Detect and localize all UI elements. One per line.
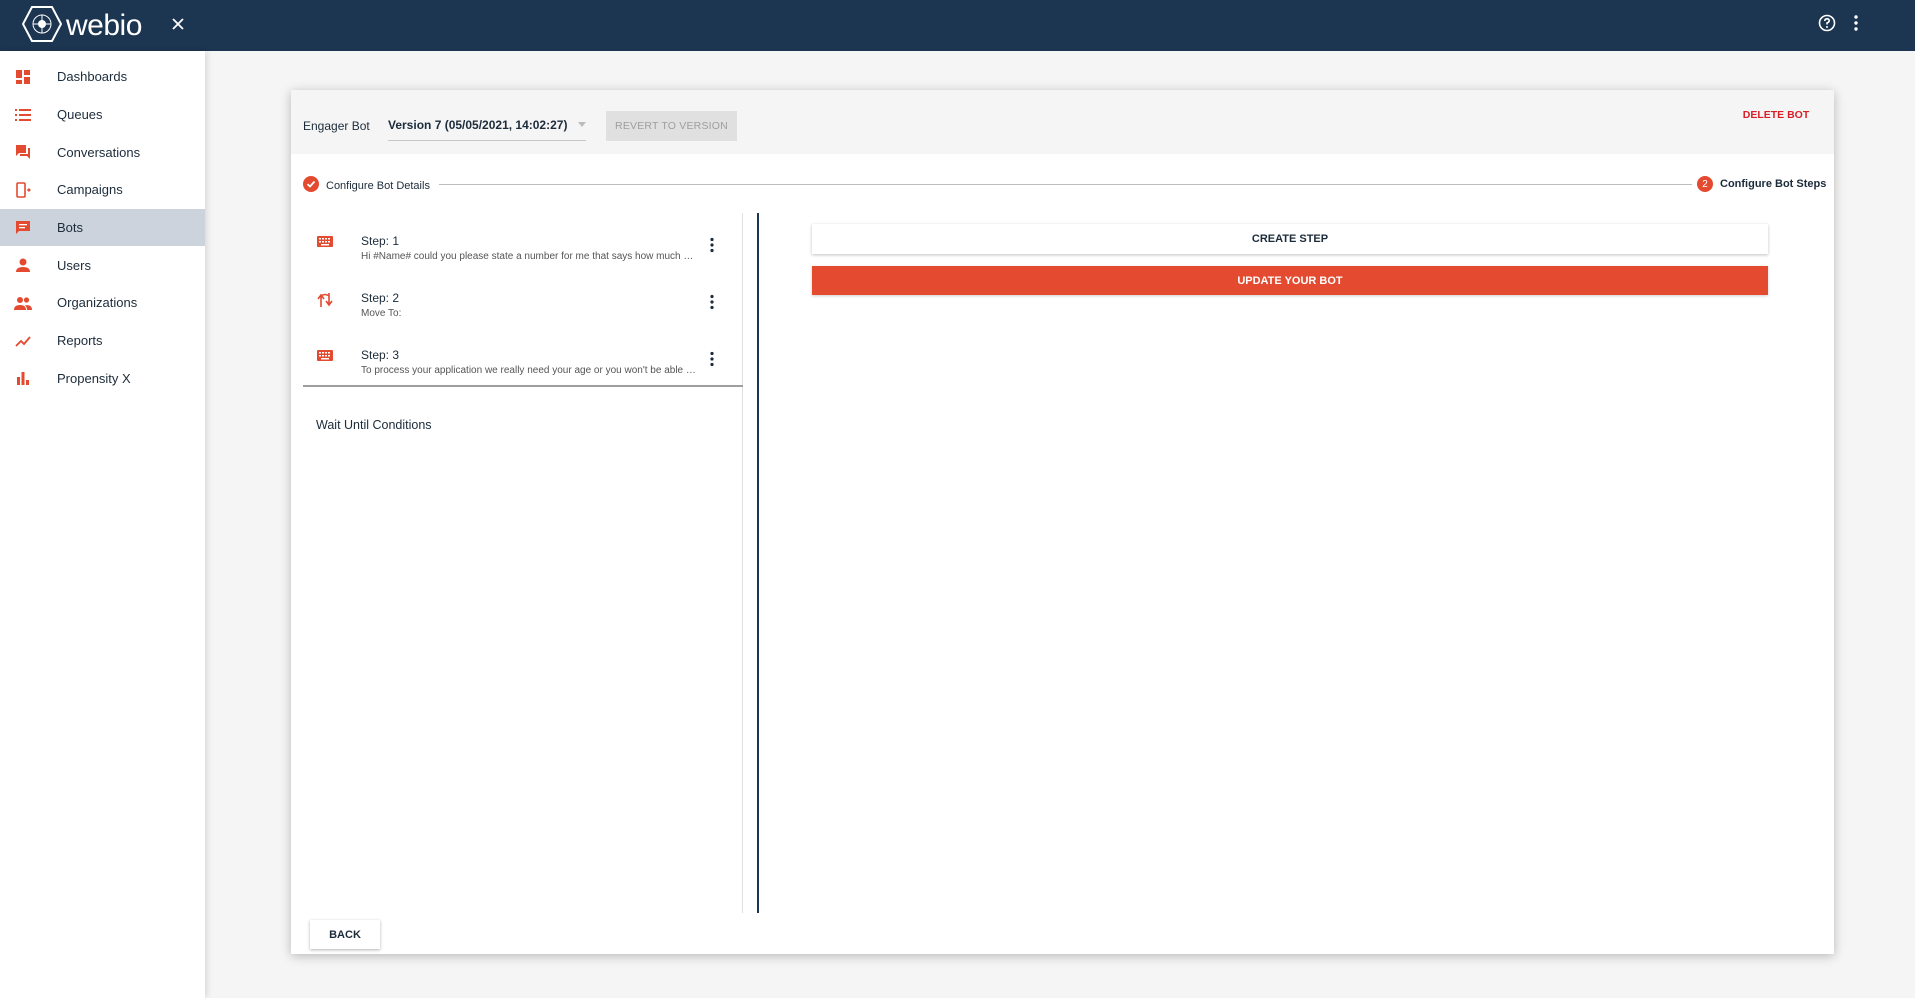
revert-to-version-button[interactable]: REVERT TO VERSION <box>606 111 737 141</box>
step-description: Hi #Name# could you please state a numbe… <box>361 251 696 262</box>
sidebar-item-label: Organizations <box>57 295 138 311</box>
stepper-connector <box>439 184 1692 185</box>
stepper: Configure Bot Details 2 Configure Bot St… <box>291 174 1834 194</box>
step-number-badge: 2 <box>1697 176 1713 192</box>
stepper-step-label: Configure Bot Steps <box>1720 178 1827 190</box>
card-header: Engager Bot Version 7 (05/05/2021, 14:02… <box>291 90 1834 154</box>
more-vert-icon[interactable] <box>709 237 715 258</box>
sidebar-item-users[interactable]: Users <box>0 246 205 284</box>
more-vert-icon[interactable] <box>709 351 715 372</box>
delete-bot-button[interactable]: DELETE BOT <box>1731 103 1821 127</box>
sidebar-item-label: Conversations <box>57 144 141 160</box>
wait-until-conditions[interactable]: Wait Until Conditions <box>316 418 432 432</box>
step-list-item[interactable]: Step: 3 To process your application we r… <box>303 327 742 384</box>
dashboard-icon <box>14 68 32 86</box>
sidebar-item-conversations[interactable]: Conversations <box>0 133 205 171</box>
update-bot-button[interactable]: UPDATE YOUR BOT <box>812 266 1768 295</box>
keyboard-icon <box>316 235 334 254</box>
bot-editor-card: Engager Bot Version 7 (05/05/2021, 14:02… <box>291 90 1834 954</box>
sidebar-item-label: Queues <box>57 107 103 123</box>
sidebar: Dashboards Queues Conversations Campaign… <box>0 51 205 998</box>
version-select-value: Version 7 (05/05/2021, 14:02:27) <box>388 118 568 132</box>
step-title: Step: 2 <box>361 291 400 305</box>
people-icon <box>14 294 32 312</box>
step-list-item[interactable]: Step: 2 Move To: <box>303 270 742 327</box>
close-icon[interactable] <box>170 12 186 38</box>
sidebar-item-label: Reports <box>57 333 103 349</box>
sidebar-item-label: Users <box>57 257 91 273</box>
step-list-item[interactable]: Step: 1 Hi #Name# could you please state… <box>303 213 742 270</box>
version-select[interactable]: Version 7 (05/05/2021, 14:02:27) <box>388 110 586 141</box>
step-title: Step: 3 <box>361 348 400 362</box>
steps-panel: Step: 1 Hi #Name# could you please state… <box>303 213 743 913</box>
sidebar-item-dashboards[interactable]: Dashboards <box>0 58 205 96</box>
swap-arrows-icon <box>316 292 334 313</box>
sidebar-item-bots[interactable]: Bots <box>0 208 205 247</box>
phone-forward-icon <box>14 181 32 199</box>
sidebar-item-propensity-x[interactable]: Propensity X <box>0 360 205 398</box>
sidebar-item-reports[interactable]: Reports <box>0 322 205 360</box>
step-title: Step: 1 <box>361 234 400 248</box>
steps-divider <box>303 385 743 387</box>
stepper-step-label: Configure Bot Details <box>326 179 430 192</box>
step-description: Move To: <box>361 308 402 319</box>
list-icon <box>14 106 32 124</box>
create-step-button[interactable]: CREATE STEP <box>812 224 1768 254</box>
check-circle-icon <box>303 176 319 195</box>
chevron-down-icon <box>578 122 586 127</box>
person-icon <box>14 256 32 274</box>
stepper-step-configure-steps[interactable]: 2 Configure Bot Steps <box>1697 176 1826 192</box>
more-vert-icon[interactable] <box>1852 14 1860 37</box>
keyboard-icon <box>316 349 334 368</box>
sidebar-item-organizations[interactable]: Organizations <box>0 284 205 322</box>
sidebar-item-queues[interactable]: Queues <box>0 96 205 134</box>
sidebar-item-campaigns[interactable]: Campaigns <box>0 171 205 209</box>
panel-divider <box>757 213 759 913</box>
sidebar-item-label: Campaigns <box>57 182 123 198</box>
bar-chart-icon <box>14 369 32 387</box>
forum-icon <box>14 143 32 161</box>
more-vert-icon[interactable] <box>709 294 715 315</box>
help-icon[interactable] <box>1818 14 1836 37</box>
logo[interactable]: webio <box>21 5 142 48</box>
bot-name: Engager Bot <box>303 119 370 133</box>
sidebar-item-label: Dashboards <box>57 69 128 85</box>
stepper-step-configure-details[interactable]: Configure Bot Details <box>303 176 430 195</box>
logo-text: webio <box>66 9 142 42</box>
chat-icon <box>14 219 32 237</box>
sidebar-item-label: Propensity X <box>57 370 131 386</box>
trending-up-icon <box>14 332 32 350</box>
sidebar-item-label: Bots <box>57 220 84 236</box>
top-bar: webio <box>0 0 1915 51</box>
step-description: To process your application we really ne… <box>361 365 696 376</box>
webio-logo-icon <box>21 5 63 48</box>
back-button[interactable]: BACK <box>310 920 380 949</box>
